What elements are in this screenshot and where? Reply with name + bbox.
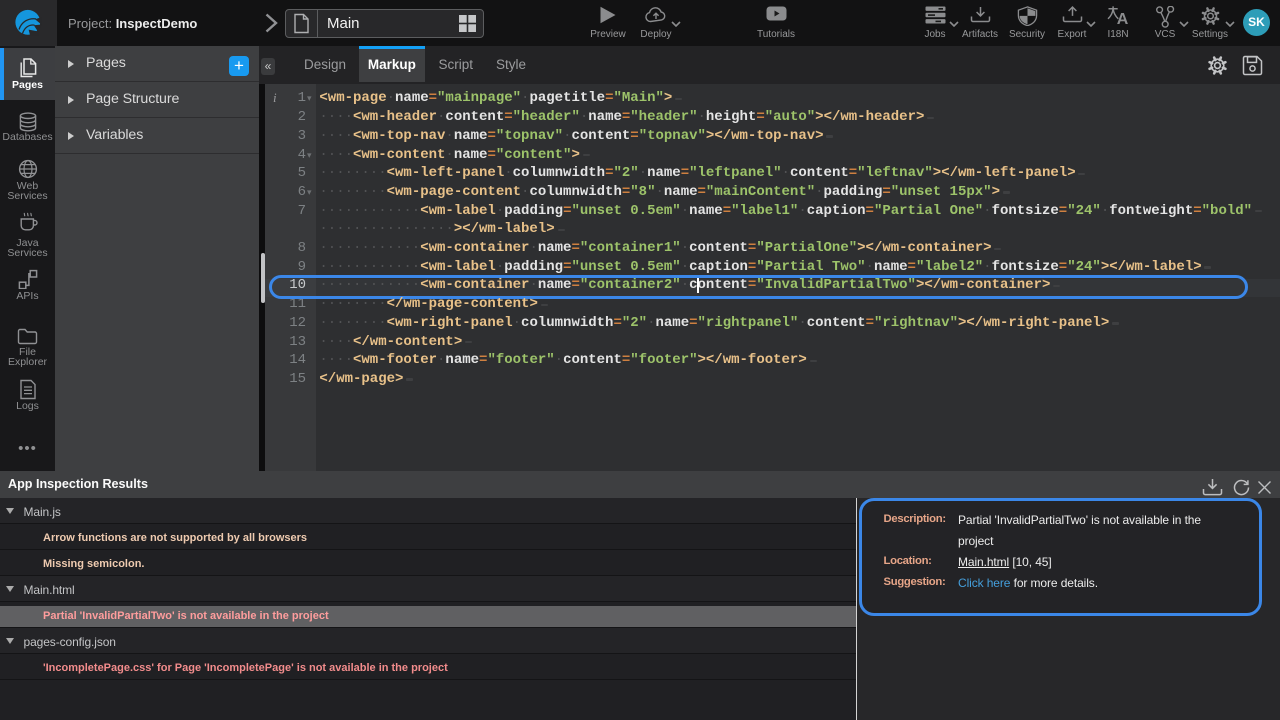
svg-text:A: A (1117, 11, 1129, 25)
